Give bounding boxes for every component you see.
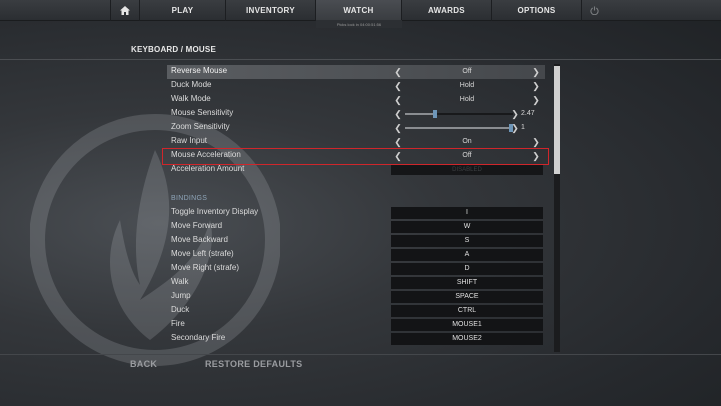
chevron-right-icon[interactable]: ❯ [510, 122, 520, 134]
power-button[interactable] [582, 0, 606, 21]
binding-row[interactable]: Toggle Inventory Display I [167, 206, 545, 220]
scrollbar[interactable] [554, 64, 560, 352]
binding-label: Move Forward [171, 221, 223, 230]
binding-label: Toggle Inventory Display [171, 207, 259, 216]
slider-track[interactable] [405, 110, 513, 118]
power-icon [589, 6, 599, 15]
walk-mode-selector[interactable]: ❮ Hold ❯ [391, 94, 543, 106]
chevron-left-icon[interactable]: ❮ [393, 108, 403, 120]
slider-handle[interactable] [433, 110, 438, 118]
nav-play[interactable]: PLAY [140, 0, 226, 21]
setting-row-acceleration-amount: Acceleration Amount DISABLED [167, 163, 545, 177]
chevron-right-icon[interactable]: ❯ [531, 80, 541, 92]
binding-label: Move Backward [171, 235, 228, 244]
mouse-acceleration-highlight-box [162, 148, 549, 165]
nav-awards[interactable]: AWARDS [402, 0, 492, 21]
home-button[interactable] [110, 0, 140, 21]
setting-label: Mouse Sensitivity [171, 108, 234, 117]
chevron-right-icon[interactable]: ❯ [531, 66, 541, 78]
setting-label: Zoom Sensitivity [171, 122, 230, 131]
binding-row[interactable]: Move Backward S [167, 234, 545, 248]
chevron-right-icon[interactable]: ❯ [531, 136, 541, 148]
setting-label: Raw Input [171, 136, 208, 145]
slider-fill [405, 127, 513, 129]
chevron-right-icon[interactable]: ❯ [510, 108, 520, 120]
binding-label: Jump [171, 291, 191, 300]
acceleration-amount-disabled: DISABLED [391, 165, 543, 175]
restore-defaults-button[interactable]: RESTORE DEFAULTS [205, 359, 302, 369]
slider-fill [405, 113, 435, 115]
home-icon [120, 6, 130, 15]
chevron-left-icon[interactable]: ❮ [393, 136, 403, 148]
binding-key[interactable]: MOUSE1 [391, 319, 543, 331]
binding-label: Fire [171, 319, 185, 328]
setting-label: Reverse Mouse [171, 66, 228, 75]
setting-value: Hold [459, 82, 475, 89]
setting-row-reverse-mouse[interactable]: Reverse Mouse ❮ Off ❯ [167, 65, 545, 79]
setting-value: Hold [459, 96, 475, 103]
binding-row[interactable]: Move Left (strafe) A [167, 248, 545, 262]
chevron-right-icon[interactable]: ❯ [531, 94, 541, 106]
binding-label: Move Right (strafe) [171, 263, 240, 272]
binding-label: Walk [171, 277, 189, 286]
bindings-header: BINDINGS [171, 195, 208, 202]
binding-label: Move Left (strafe) [171, 249, 234, 258]
mouse-sensitivity-slider[interactable]: ❮ ❯ 2.47 [391, 108, 543, 120]
chevron-left-icon[interactable]: ❮ [393, 122, 403, 134]
setting-label: Acceleration Amount [171, 164, 245, 173]
binding-key[interactable]: W [391, 221, 543, 233]
reverse-mouse-selector[interactable]: ❮ Off ❯ [391, 66, 543, 78]
binding-row[interactable]: Duck CTRL [167, 304, 545, 318]
binding-key[interactable]: MOUSE2 [391, 333, 543, 345]
settings-panel: Reverse Mouse ❮ Off ❯ Duck Mode ❮ Hold ❯… [167, 64, 547, 352]
section-title: KEYBOARD / MOUSE [131, 45, 216, 54]
divider [0, 59, 721, 60]
setting-value: On [462, 138, 472, 145]
binding-key[interactable]: A [391, 249, 543, 261]
binding-row[interactable]: Fire MOUSE1 [167, 318, 545, 332]
divider [0, 354, 721, 355]
binding-row[interactable]: Move Right (strafe) D [167, 262, 545, 276]
setting-label: Walk Mode [171, 94, 211, 103]
binding-label: Secondary Fire [171, 333, 226, 342]
binding-key[interactable]: D [391, 263, 543, 275]
setting-row-raw-input[interactable]: Raw Input ❮ On ❯ [167, 135, 545, 149]
setting-label: Duck Mode [171, 80, 212, 89]
top-nav: PLAY INVENTORY WATCH AWARDS OPTIONS [0, 0, 721, 21]
setting-row-walk-mode[interactable]: Walk Mode ❮ Hold ❯ [167, 93, 545, 107]
setting-row-duck-mode[interactable]: Duck Mode ❮ Hold ❯ [167, 79, 545, 93]
setting-row-zoom-sensitivity[interactable]: Zoom Sensitivity ❮ ❯ 1 [167, 121, 545, 135]
chevron-left-icon[interactable]: ❮ [393, 80, 403, 92]
watch-subtitle: Picks lock in 04:00:51:56 [316, 20, 402, 28]
nav-inventory[interactable]: INVENTORY [226, 0, 316, 21]
binding-key[interactable]: I [391, 207, 543, 219]
chevron-left-icon[interactable]: ❮ [393, 94, 403, 106]
binding-row[interactable]: Walk SHIFT [167, 276, 545, 290]
binding-label: Duck [171, 305, 190, 314]
chevron-left-icon[interactable]: ❮ [393, 66, 403, 78]
duck-mode-selector[interactable]: ❮ Hold ❯ [391, 80, 543, 92]
nav-options[interactable]: OPTIONS [492, 0, 582, 21]
slider-value: 1 [521, 124, 525, 131]
raw-input-selector[interactable]: ❮ On ❯ [391, 136, 543, 148]
binding-key[interactable]: CTRL [391, 305, 543, 317]
binding-row[interactable]: Move Forward W [167, 220, 545, 234]
binding-row[interactable]: Jump SPACE [167, 290, 545, 304]
setting-row-mouse-sensitivity[interactable]: Mouse Sensitivity ❮ ❯ 2.47 [167, 107, 545, 121]
slider-value: 2.47 [521, 110, 535, 117]
scrollbar-thumb[interactable] [554, 66, 560, 174]
setting-value: Off [462, 68, 472, 75]
back-button[interactable]: BACK [130, 359, 157, 369]
binding-row[interactable]: Secondary Fire MOUSE2 [167, 332, 545, 346]
zoom-sensitivity-slider[interactable]: ❮ ❯ 1 [391, 122, 543, 134]
binding-key[interactable]: SPACE [391, 291, 543, 303]
binding-key[interactable]: S [391, 235, 543, 247]
binding-key[interactable]: SHIFT [391, 277, 543, 289]
nav-watch[interactable]: WATCH [316, 0, 402, 21]
slider-track[interactable] [405, 124, 513, 132]
